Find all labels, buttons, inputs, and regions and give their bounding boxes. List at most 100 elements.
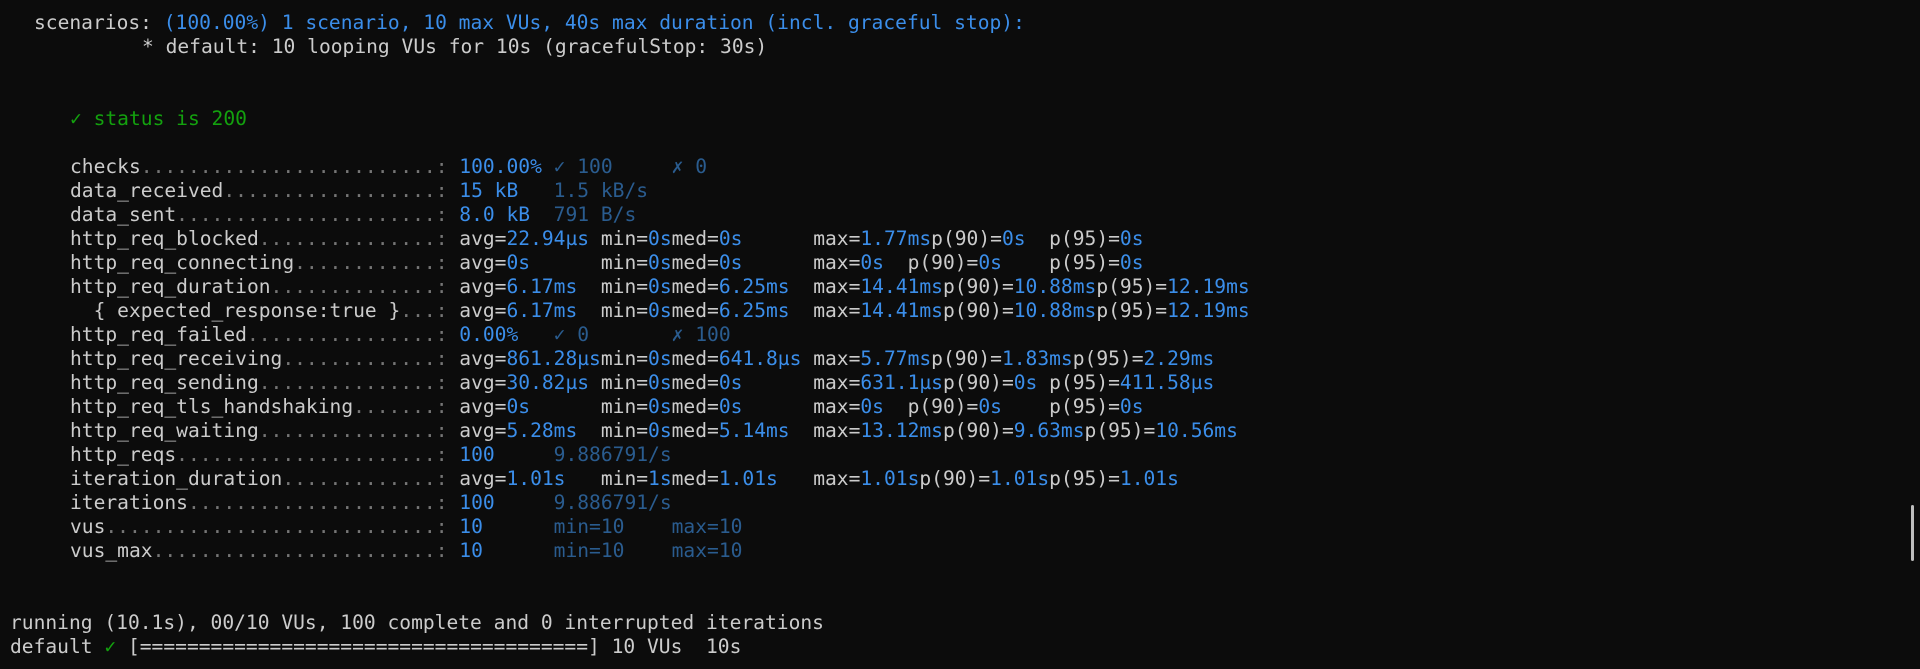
metric-value: 0s bbox=[1119, 227, 1144, 250]
metric-value: 8.0 kB bbox=[459, 203, 531, 226]
metric-value: 0.00% bbox=[459, 323, 519, 346]
metric-label: p(95)= bbox=[1049, 467, 1120, 490]
metric-dots: ......................: bbox=[176, 443, 448, 466]
metric-value: 9.63ms bbox=[1013, 419, 1085, 442]
metric-value: min=10 bbox=[553, 515, 625, 538]
metric-label: p(90)= bbox=[942, 419, 1014, 442]
metric-value: max=10 bbox=[671, 515, 743, 538]
metric-label: p(95)= bbox=[1072, 347, 1144, 370]
metric-label: p(95)= bbox=[1049, 371, 1120, 394]
metric-value: ✓ 100 bbox=[553, 155, 613, 178]
scenario-detail: * default: 10 looping VUs for 10s (grace… bbox=[142, 35, 768, 58]
metric-value: ✗ 0 bbox=[671, 155, 708, 178]
metric-label: max= bbox=[813, 419, 861, 442]
metric-value: 0s bbox=[648, 371, 672, 394]
metric-dots: .......: bbox=[353, 395, 448, 418]
metric-label: min= bbox=[600, 251, 649, 274]
metric-value: 0s bbox=[1013, 371, 1038, 394]
metric-label: avg= bbox=[459, 419, 507, 442]
running-status: running (10.1s), 00/10 VUs, 100 complete… bbox=[10, 611, 824, 634]
progress-check-icon: ✓ bbox=[104, 635, 117, 658]
metric-value: 1.83ms bbox=[1001, 347, 1073, 370]
scenarios-summary: (100.00%) 1 scenario, 10 max VUs, 40s ma… bbox=[163, 11, 1025, 34]
metric-value: 0s bbox=[718, 395, 743, 418]
terminal-output[interactable]: scenarios: (100.00%) 1 scenario, 10 max … bbox=[10, 0, 1890, 669]
metric-name: checks bbox=[70, 155, 141, 178]
metric-dots: .............: bbox=[282, 347, 448, 370]
metric-value: 1.01s bbox=[1119, 467, 1179, 490]
check-result-line: ✓ status is 200 bbox=[70, 107, 247, 131]
metric-dots: .....................: bbox=[187, 491, 448, 514]
metric-label: p(90)= bbox=[942, 299, 1014, 322]
metric-value: 0s bbox=[718, 251, 743, 274]
metric-value: 5.28ms bbox=[506, 419, 578, 442]
metric-label: min= bbox=[600, 347, 649, 370]
metric-row: http_req_duration..............: avg=6.1… bbox=[70, 275, 1250, 299]
metric-value: min=10 bbox=[553, 539, 625, 562]
metric-value: 0s bbox=[978, 395, 1002, 418]
metric-dots: ......................: bbox=[176, 203, 448, 226]
metric-value: 6.25ms bbox=[718, 275, 790, 298]
metric-row: { expected_response:true }...: avg=6.17m… bbox=[70, 299, 1250, 323]
progress-line: default ✓ [=============================… bbox=[10, 635, 741, 659]
metric-name: http_req_duration bbox=[70, 275, 271, 298]
metric-label: min= bbox=[600, 371, 649, 394]
progress-bar: [======================================] bbox=[127, 635, 600, 658]
metric-value: 13.12ms bbox=[860, 419, 943, 442]
metric-label: avg= bbox=[459, 275, 507, 298]
metric-value: max=10 bbox=[671, 539, 743, 562]
metric-row: data_received..................: 15 kB 1… bbox=[70, 179, 648, 203]
metric-value: 10.56ms bbox=[1155, 419, 1238, 442]
metric-value: 30.82µs bbox=[506, 371, 590, 394]
metric-label: max= bbox=[813, 371, 861, 394]
metric-label: p(95)= bbox=[1084, 419, 1156, 442]
metric-value: 861.28µs bbox=[506, 347, 601, 370]
metric-label: med= bbox=[671, 251, 719, 274]
metric-label: min= bbox=[600, 395, 649, 418]
metric-name: iterations bbox=[70, 491, 188, 514]
metric-name: http_req_tls_handshaking bbox=[70, 395, 354, 418]
metric-row: http_req_receiving.............: avg=861… bbox=[70, 347, 1214, 371]
metric-dots: ..............: bbox=[270, 275, 448, 298]
metric-name: http_req_blocked bbox=[70, 227, 259, 250]
metric-dots: ...............: bbox=[258, 419, 448, 442]
metric-value: 22.94µs bbox=[506, 227, 590, 250]
progress-scenario-name: default bbox=[10, 635, 93, 658]
metric-label: max= bbox=[813, 395, 861, 418]
metric-value: 0s bbox=[1119, 395, 1144, 418]
metric-value: 10.88ms bbox=[1013, 275, 1097, 298]
metric-row: http_req_tls_handshaking.......: avg=0s … bbox=[70, 395, 1144, 419]
metric-name: iteration_duration bbox=[70, 467, 283, 490]
metric-value: 0s bbox=[648, 347, 672, 370]
metric-label: med= bbox=[671, 227, 719, 250]
metric-value: 0s bbox=[648, 419, 672, 442]
metric-value: 5.77ms bbox=[860, 347, 932, 370]
running-status-line: running (10.1s), 00/10 VUs, 100 complete… bbox=[10, 611, 824, 635]
metric-value: 0s bbox=[648, 251, 672, 274]
metric-value: 1.77ms bbox=[860, 227, 932, 250]
metric-name: data_received bbox=[70, 179, 224, 202]
metric-label: min= bbox=[600, 467, 649, 490]
metric-name: http_reqs bbox=[70, 443, 177, 466]
metric-value: 100.00% bbox=[459, 155, 542, 178]
metric-name: http_req_sending bbox=[70, 371, 259, 394]
metric-label: med= bbox=[671, 467, 719, 490]
metric-value: 12.19ms bbox=[1167, 275, 1250, 298]
metric-name: http_req_connecting bbox=[70, 251, 295, 274]
metric-label: p(90)= bbox=[907, 251, 979, 274]
metric-label: max= bbox=[813, 227, 861, 250]
metric-value: 0s bbox=[860, 251, 884, 274]
metric-value: 0s bbox=[648, 299, 672, 322]
metric-row: http_req_connecting............: avg=0s … bbox=[70, 251, 1144, 275]
metric-value: 1.01s bbox=[860, 467, 920, 490]
metric-value: 0s bbox=[506, 395, 531, 418]
metric-value: 100 bbox=[459, 491, 495, 514]
metric-value: 10 bbox=[459, 515, 483, 538]
scrollbar-thumb[interactable] bbox=[1911, 505, 1914, 561]
metric-label: min= bbox=[600, 227, 649, 250]
metric-label: p(95)= bbox=[1049, 227, 1120, 250]
metric-dots: ...............: bbox=[258, 371, 448, 394]
metric-value: 10.88ms bbox=[1013, 299, 1097, 322]
metric-dots: .........................: bbox=[140, 155, 448, 178]
metric-label: avg= bbox=[459, 467, 507, 490]
